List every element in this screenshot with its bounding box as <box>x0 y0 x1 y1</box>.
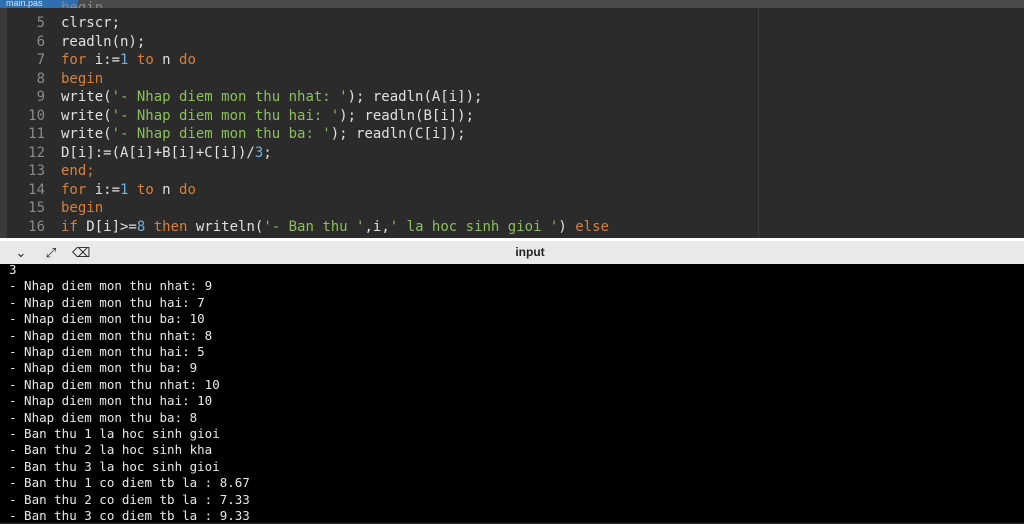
code-token: i:= <box>86 181 121 198</box>
code-token: if <box>61 218 78 235</box>
console-line: - Nhap diem mon thu nhat: 10 <box>9 376 220 392</box>
code-token: ; <box>263 144 272 161</box>
console-line: - Nhap diem mon thu ba: 9 <box>9 360 198 376</box>
code-token: clrscr; <box>61 15 121 31</box>
code-line: 13 end; <box>0 162 1024 180</box>
code-token: ,i, <box>364 218 390 235</box>
line-number: 14 <box>28 181 45 198</box>
code-text: write('- Nhap diem mon thu nhat: '); rea… <box>61 88 482 106</box>
console-line: - Ban thu 3 co diem tb la : 9.33 <box>9 508 250 523</box>
console-line: - Ban thu 1 co diem tb la : 8.67 <box>9 475 250 491</box>
console-line: - Nhap diem mon thu nhat: 9 <box>9 278 213 294</box>
line-number: 16 <box>28 218 45 235</box>
console-line: - Nhap diem mon thu hai: 7 <box>9 294 205 310</box>
console-line: - Nhap diem mon thu ba: 8 <box>9 409 198 425</box>
code-token: begin <box>61 200 104 216</box>
code-text: end; <box>61 162 95 180</box>
code-line: 12 D[i]:=(A[i]+B[i]+C[i])/3; <box>0 144 1024 162</box>
code-token: do <box>179 52 196 68</box>
code-text: for i:=1 to n do <box>61 181 196 199</box>
code-text: readln(n); <box>61 33 145 51</box>
code-token: ) <box>558 218 576 235</box>
console-line: - Nhap diem mon thu hai: 5 <box>9 344 205 359</box>
code-token: ); readln(A[i]); <box>347 89 483 105</box>
code-text: clrscr; <box>61 14 120 32</box>
code-token: i:= <box>86 52 121 68</box>
line-number: 10 <box>28 107 45 124</box>
code-token: write( <box>61 89 112 105</box>
code-token: then <box>153 218 188 235</box>
console-line: - Nhap diem mon thu ba: 10 <box>9 311 205 327</box>
line-number: 5 <box>36 15 45 31</box>
code-line: 9 write('- Nhap diem mon thu nhat: '); re… <box>0 88 1024 106</box>
console-line: - Ban thu 2 co diem tb la : 7.33 <box>9 491 250 507</box>
input-panel-header: ⌄ ⤢ ⌫ input <box>0 238 1024 264</box>
line-number: 6 <box>36 33 45 50</box>
code-token: for <box>61 52 87 68</box>
code-text: for i:=1 to n do <box>61 51 196 69</box>
code-token: '- Ban thu ' <box>263 218 365 235</box>
code-token: to <box>136 52 154 68</box>
code-token: n <box>153 181 180 198</box>
code-token: D[i]>= <box>77 218 137 235</box>
code-token: readln(n); <box>61 33 146 50</box>
top-bar: main.pas <box>0 0 1024 8</box>
console-line: 3 <box>9 262 17 277</box>
code-text: write('- Nhap diem mon thu ba: '); readl… <box>61 125 466 143</box>
code-token: ); readln(B[i]); <box>339 107 475 124</box>
code-token: write( <box>61 107 112 124</box>
code-token: writeln( <box>187 218 264 235</box>
code-token: '- Nhap diem mon thu nhat: ' <box>111 89 348 105</box>
code-token: '- Nhap diem mon thu ba: ' <box>111 126 331 142</box>
line-number: 8 <box>36 70 45 87</box>
code-editor[interactable]: begin 5 clrscr; 6 readln(n); 7 for i:=1 to n … <box>0 0 1024 238</box>
code-text: write('- Nhap diem mon thu hai: '); read… <box>61 107 474 125</box>
code-token: end; <box>61 163 95 179</box>
partial-line-text: begin <box>61 0 104 8</box>
line-number: 12 <box>28 144 45 161</box>
code-line: 16 if D[i]>=8 then writeln('- Ban thu ',i… <box>0 218 1024 236</box>
code-token: ' la hoc sinh gioi ' <box>389 218 559 235</box>
code-token: '- Nhap diem mon thu hai: ' <box>111 107 340 124</box>
code-text: begin <box>61 199 103 217</box>
line-number: 11 <box>28 126 45 142</box>
code-text: D[i]:=(A[i]+B[i]+C[i])/3; <box>61 144 272 162</box>
code-text: begin <box>61 70 103 88</box>
code-line: 6 readln(n); <box>0 33 1024 51</box>
code-line: 11 write('- Nhap diem mon thu ba: '); rea… <box>0 125 1024 143</box>
line-number: 7 <box>36 52 45 68</box>
code-token: ); readln(C[i]); <box>330 126 466 142</box>
code-line: 5 clrscr; <box>0 14 1024 32</box>
line-number: 15 <box>28 200 45 216</box>
code-token: do <box>179 181 196 198</box>
panel-title: input <box>515 245 545 259</box>
code-token: begin <box>61 70 104 87</box>
code-token: to <box>136 181 154 198</box>
console-output[interactable]: 3- Nhap diem mon thu nhat: 9- Nhap diem … <box>0 262 1024 523</box>
console-line: - Nhap diem mon thu nhat: 8 <box>9 327 213 343</box>
console-line: - Ban thu 2 la hoc sinh kha <box>9 442 213 458</box>
code-text: if D[i]>=8 then writeln('- Ban thu ',i,'… <box>61 218 609 236</box>
code-line: 8 begin <box>0 70 1024 88</box>
code-token: n <box>153 52 180 68</box>
code-token: D[i]:=(A[i]+B[i]+C[i])/ <box>61 144 255 161</box>
console-line: - Ban thu 3 la hoc sinh gioi <box>9 458 220 474</box>
line-number: 13 <box>28 163 45 179</box>
code-line: 10 write('- Nhap diem mon thu hai: '); re… <box>0 107 1024 125</box>
code-token: for <box>61 181 87 198</box>
code-token: write( <box>61 126 112 142</box>
console-line: - Nhap diem mon thu hai: 10 <box>9 393 213 409</box>
console-line: - Ban thu 1 la hoc sinh gioi <box>9 426 220 441</box>
code-line: 7 for i:=1 to n do <box>0 51 1024 69</box>
line-number: 9 <box>36 89 45 105</box>
code-token: else <box>575 218 609 235</box>
code-line: 15 begin <box>0 199 1024 217</box>
code-line: 14 for i:=1 to n do <box>0 181 1024 199</box>
